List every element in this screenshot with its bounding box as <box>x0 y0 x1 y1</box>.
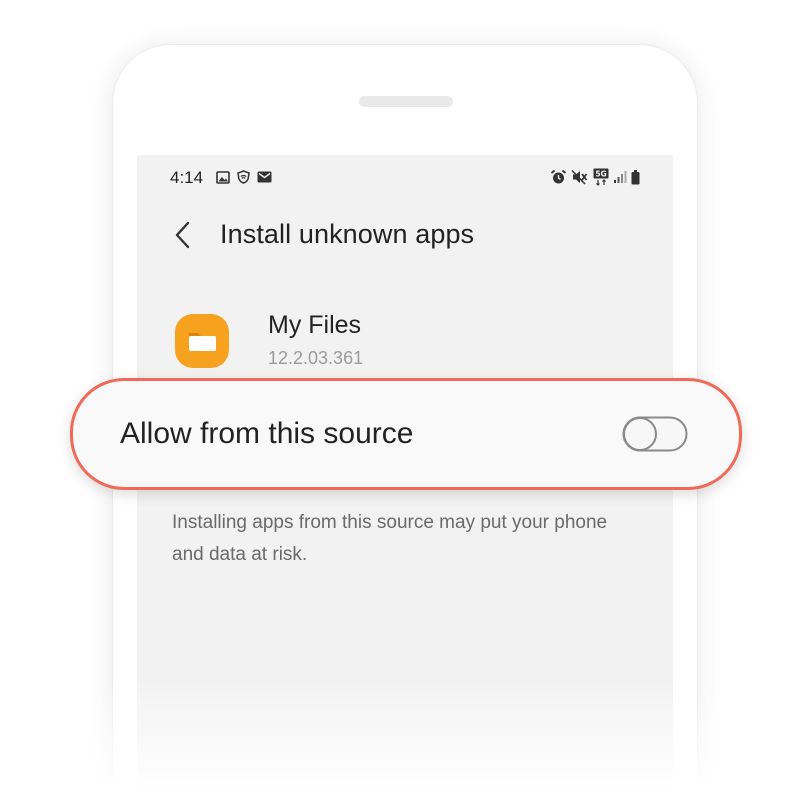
header: Install unknown apps <box>137 211 673 261</box>
bottom-fade <box>0 680 810 810</box>
signal-icon <box>614 171 627 183</box>
gallery-icon <box>216 170 230 184</box>
phone-speaker <box>359 96 453 107</box>
allow-source-toggle[interactable] <box>622 416 688 452</box>
allow-source-label: Allow from this source <box>120 417 414 450</box>
tutorial-illustration: 4:14 5G Install unknown apps My Files 12… <box>0 0 810 810</box>
app-name: My Files <box>268 311 362 339</box>
5g-icon: 5G <box>593 168 609 186</box>
page-title: Install unknown apps <box>220 219 475 249</box>
app-version: 12.2.03.361 <box>268 348 364 368</box>
folder-icon <box>189 333 216 351</box>
battery-icon <box>631 169 640 184</box>
message-icon <box>257 171 272 183</box>
allow-source-setting-row[interactable]: Allow from this source <box>70 378 742 490</box>
status-icons-right: 5G <box>550 168 640 186</box>
status-time: 4:14 <box>170 168 204 187</box>
vpn-shield-icon <box>237 170 250 184</box>
mute-icon <box>571 169 588 185</box>
back-button[interactable] <box>169 217 197 253</box>
status-bar: 4:14 5G <box>137 155 673 199</box>
status-icons-left <box>216 170 272 184</box>
5g-label: 5G <box>595 170 606 179</box>
app-info: My Files 12.2.03.361 <box>137 305 673 375</box>
alarm-icon <box>550 169 567 184</box>
security-warning-text: Installing apps from this source may put… <box>172 512 608 565</box>
my-files-app-icon <box>175 314 229 368</box>
